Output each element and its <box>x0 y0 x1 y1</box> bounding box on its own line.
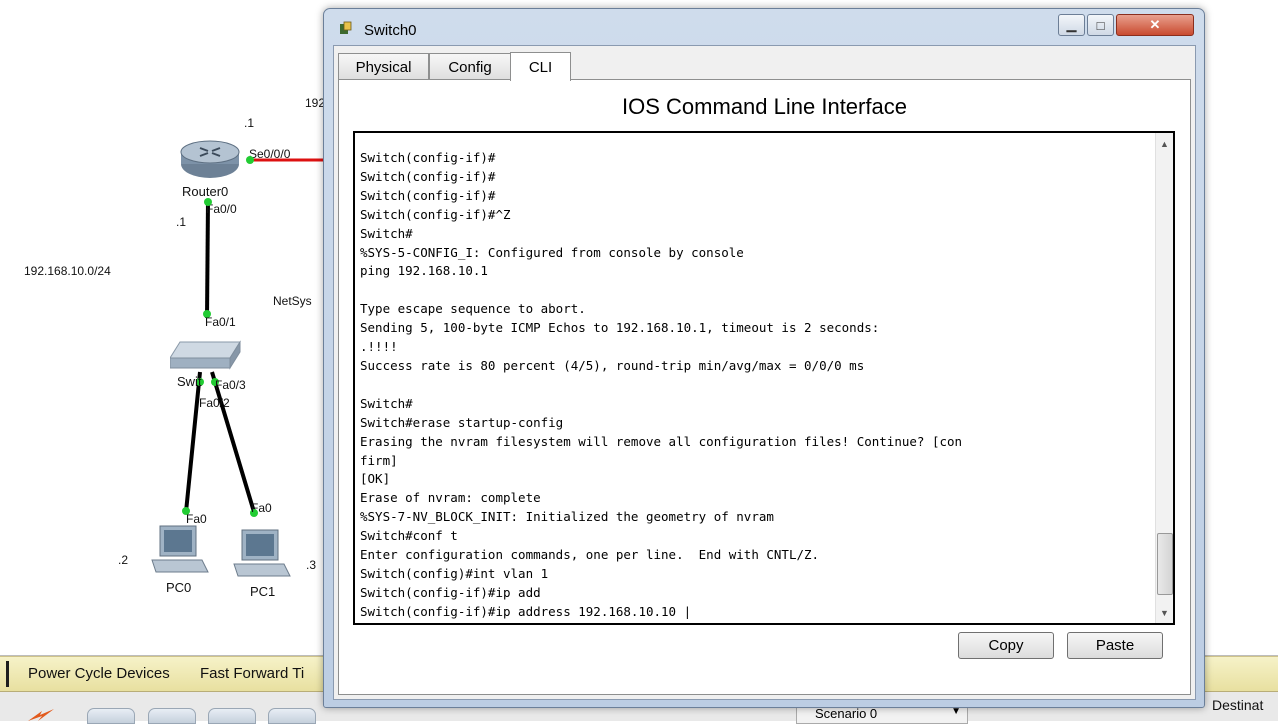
partial-label-netsys: NetSys <box>273 294 312 308</box>
pc0-ip-suffix: .2 <box>118 553 129 567</box>
paste-button[interactable]: Paste <box>1067 632 1163 659</box>
terminal-output[interactable]: Switch(config-if)# Switch(config-if)# Sw… <box>360 149 962 622</box>
pc1-port: Fa0 <box>251 501 272 515</box>
router-fa-ip-suffix: .1 <box>176 215 187 229</box>
tab-physical[interactable]: Physical <box>338 53 429 80</box>
device-category-wireless[interactable] <box>268 708 316 724</box>
switch0-window[interactable]: Switch0 ▁ □ ✕ Physical Config CLI IOS Co… <box>323 8 1205 708</box>
scroll-up-icon[interactable]: ▲ <box>1156 135 1173 152</box>
network-label: 192.168.10.0/24 <box>24 264 111 278</box>
pc1-icon[interactable] <box>232 528 292 580</box>
router-serial-port: Se0/0/0 <box>249 147 291 161</box>
tab-cli[interactable]: CLI <box>510 52 571 81</box>
switch-port-fa02: Fa0/2 <box>199 396 230 410</box>
switch-port-fa03: Fa0/3 <box>215 378 246 392</box>
router-fa-dot <box>204 198 212 206</box>
maximize-icon: □ <box>1096 17 1105 33</box>
window-title: Switch0 <box>364 22 417 39</box>
scroll-down-icon[interactable]: ▼ <box>1156 604 1173 621</box>
window-client-area: Physical Config CLI IOS Command Line Int… <box>333 45 1196 700</box>
power-cycle-button[interactable]: Power Cycle Devices <box>28 665 170 682</box>
device-category-switch[interactable] <box>148 708 196 724</box>
cli-terminal[interactable]: Switch(config-if)# Switch(config-if)# Sw… <box>353 131 1175 625</box>
lightning-icon[interactable] <box>24 707 64 721</box>
switch-pc1-link <box>210 371 256 513</box>
pc0-name: PC0 <box>166 580 192 595</box>
close-icon: ✕ <box>1149 17 1161 32</box>
close-button[interactable]: ✕ <box>1116 14 1194 36</box>
pc1-name: PC1 <box>250 584 276 599</box>
switch-icon[interactable] <box>170 336 242 372</box>
device-category-router[interactable] <box>87 708 135 724</box>
window-title-bar[interactable]: Switch0 ▁ □ ✕ <box>324 9 1204 45</box>
minimize-icon: ▁ <box>1066 17 1077 32</box>
packet-tracer-icon <box>340 21 352 34</box>
pc0-port: Fa0 <box>186 512 207 526</box>
router-name: Router0 <box>182 184 229 199</box>
router-switch-link <box>205 199 210 319</box>
terminal-scrollbar[interactable]: ▲ ▼ <box>1155 133 1173 623</box>
strip-left-edge <box>6 661 9 687</box>
fast-forward-button[interactable]: Fast Forward Ti <box>200 665 304 682</box>
cli-tab-panel: IOS Command Line Interface Switch(config… <box>338 79 1191 695</box>
tab-config[interactable]: Config <box>429 53 511 80</box>
serial-link-dot <box>246 156 254 164</box>
copy-button[interactable]: Copy <box>958 632 1054 659</box>
router-icon[interactable] <box>178 138 242 182</box>
scenario-label: Scenario 0 <box>815 706 878 721</box>
minimize-button[interactable]: ▁ <box>1058 14 1085 36</box>
device-category-hub[interactable] <box>208 708 256 724</box>
switch-port-fa01: Fa0/1 <box>205 315 236 329</box>
switch-pc0-link <box>184 371 202 513</box>
scroll-thumb[interactable] <box>1157 533 1173 595</box>
maximize-button[interactable]: □ <box>1087 14 1114 36</box>
switch-name: Swit <box>177 374 202 389</box>
pc0-icon[interactable] <box>150 524 210 576</box>
pc1-ip-suffix: .3 <box>306 558 317 572</box>
cli-heading: IOS Command Line Interface <box>622 94 907 119</box>
router-ip-suffix: .1 <box>244 116 255 130</box>
destination-column-header: Destinat <box>1212 697 1264 713</box>
